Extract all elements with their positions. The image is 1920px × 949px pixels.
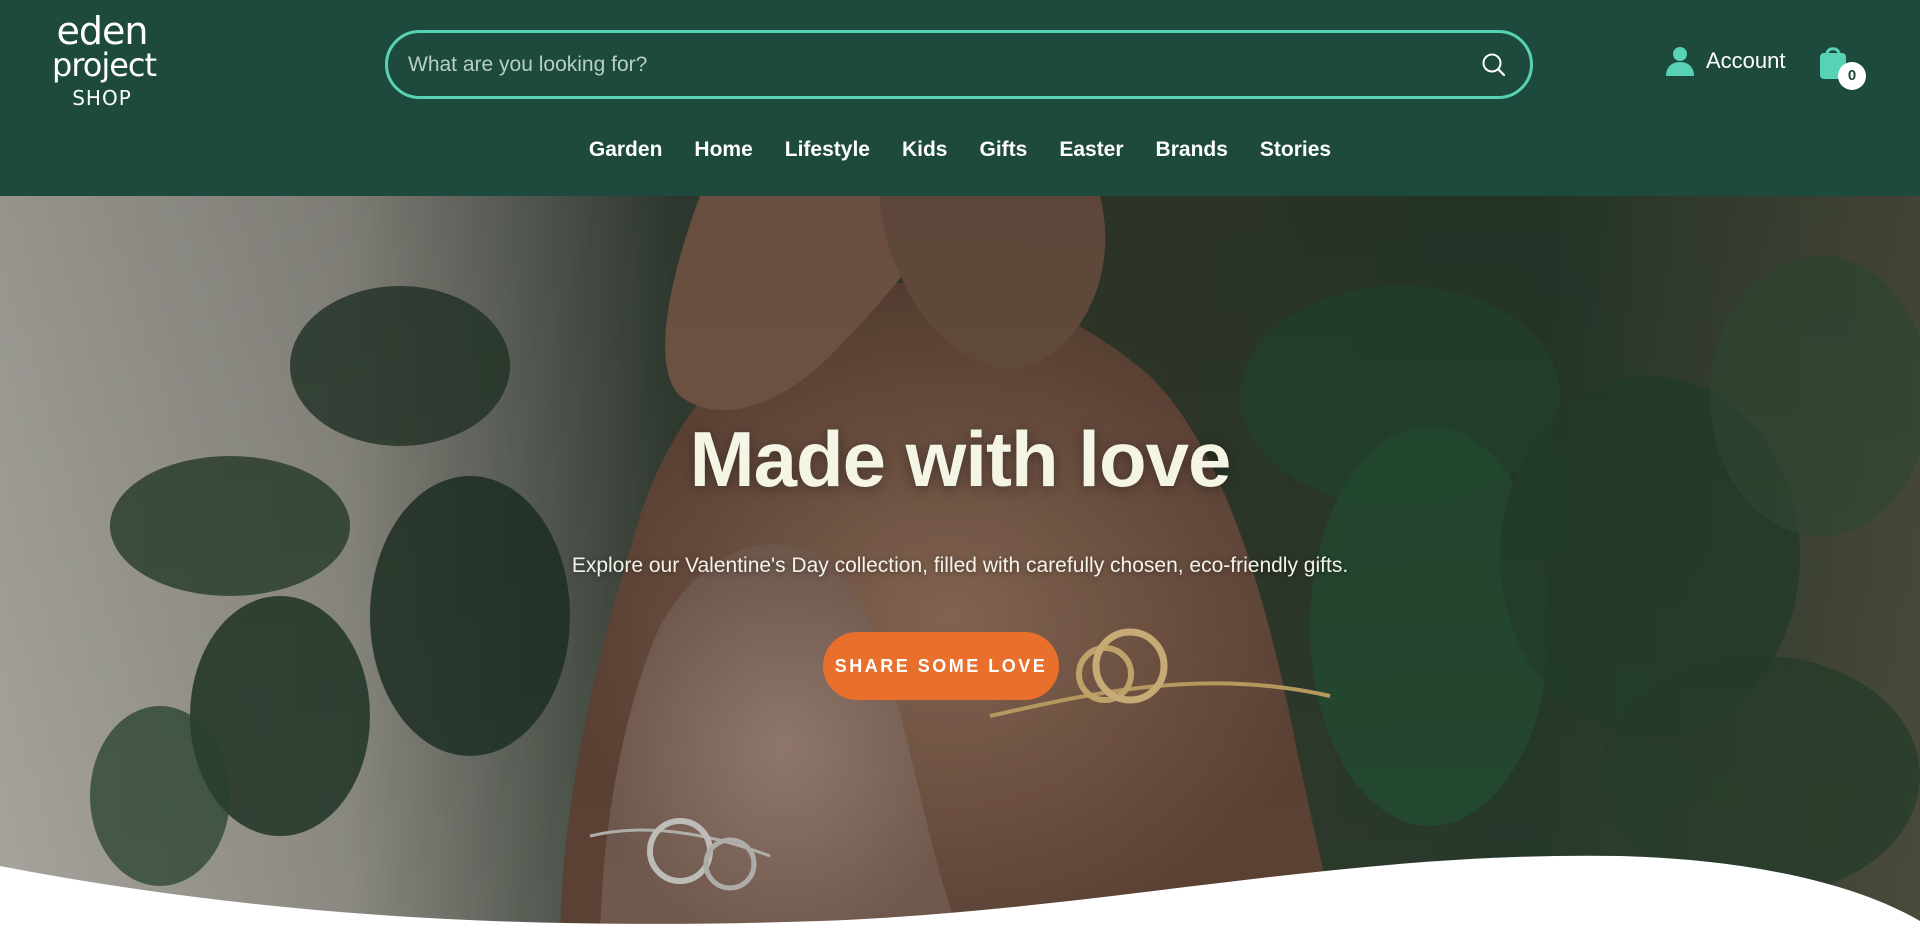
cart-button[interactable]: 0 — [1818, 44, 1866, 90]
nav-item-brands[interactable]: Brands — [1140, 132, 1244, 168]
nav-item-lifestyle[interactable]: Lifestyle — [769, 132, 886, 168]
site-header: eden project SHOP Account 0 Garden Home … — [0, 0, 1920, 196]
nav-item-stories[interactable]: Stories — [1244, 132, 1347, 168]
share-some-love-button[interactable]: SHARE SOME LOVE — [823, 632, 1059, 700]
nav-item-home[interactable]: Home — [678, 132, 768, 168]
logo-line-project: project — [52, 46, 157, 84]
hero-subtitle: Explore our Valentine's Day collection, … — [571, 554, 1349, 577]
user-icon — [1666, 47, 1694, 76]
main-nav: Garden Home Lifestyle Kids Gifts Easter … — [0, 132, 1920, 168]
logo-line-eden: eden — [56, 9, 149, 53]
search-input[interactable] — [408, 33, 1448, 96]
logo-line-shop: SHOP — [72, 86, 132, 110]
nav-item-easter[interactable]: Easter — [1043, 132, 1139, 168]
eden-project-shop-logo[interactable]: eden project SHOP — [52, 9, 157, 112]
nav-item-kids[interactable]: Kids — [886, 132, 964, 168]
account-link[interactable]: Account — [1664, 44, 1786, 78]
account-label: Account — [1706, 48, 1786, 73]
nav-item-gifts[interactable]: Gifts — [963, 132, 1043, 168]
cart-count-badge: 0 — [1838, 62, 1866, 90]
nav-item-garden[interactable]: Garden — [573, 132, 679, 168]
search-icon[interactable] — [1480, 51, 1508, 79]
hero-banner: Made with love Explore our Valentine's D… — [0, 196, 1920, 949]
hero-title: Made with love — [689, 415, 1232, 503]
search-bar — [385, 30, 1533, 99]
